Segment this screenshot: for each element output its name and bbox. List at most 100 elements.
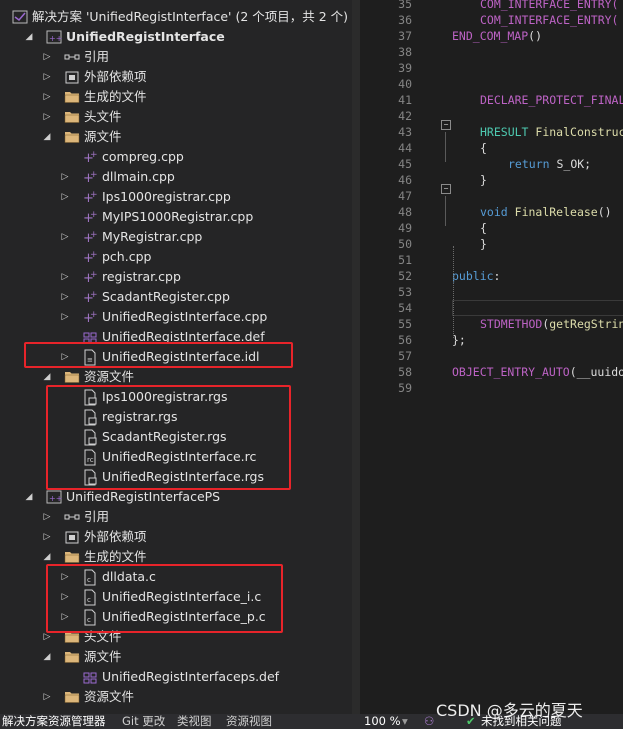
tree-item-label: pch.cpp (102, 249, 152, 264)
tree-item-label: registrar.cpp (102, 269, 181, 284)
line-number: 58 (398, 365, 412, 379)
zoom-level[interactable]: 100 % (364, 714, 401, 729)
code-line[interactable]: 38 (360, 44, 623, 60)
code-line[interactable]: 51 (360, 252, 623, 268)
chevron-down-icon[interactable]: ◢ (24, 27, 34, 47)
solution-explorer: 解决方案 'UnifiedRegistInterface' (2 个项目，共 2… (0, 0, 352, 714)
code-line[interactable]: 50} (360, 236, 623, 252)
tree-node-source-files[interactable]: ◢ 源文件 (0, 127, 352, 147)
copilot-icon[interactable]: ⚇ (424, 714, 434, 729)
project-node[interactable]: ◢ ++ UnifiedRegistInterface (0, 27, 352, 47)
chevron-right-icon[interactable]: ▷ (60, 287, 70, 307)
line-number: 48 (398, 205, 412, 219)
tab-git-changes[interactable]: Git 更改 (122, 714, 165, 729)
code-line[interactable]: 56}; (360, 332, 623, 348)
tree-node-header-files[interactable]: ▷ 头文件 (0, 107, 352, 127)
tree-file-item[interactable]: ▷ + + registrar.cpp (0, 267, 352, 287)
chevron-right-icon[interactable]: ▷ (42, 107, 52, 127)
code-line[interactable]: 44 { (360, 140, 623, 156)
code-line[interactable]: 54 (360, 300, 623, 316)
code-text: void FinalRelease() (480, 205, 612, 219)
tree-item-label: ScadantRegister.cpp (102, 289, 230, 304)
tab-resource-view[interactable]: 资源视图 (226, 714, 272, 729)
collapse-toggle-icon[interactable]: − (441, 184, 451, 194)
code-line[interactable]: 57 (360, 348, 623, 364)
tree-item-label: 生成的文件 (84, 89, 147, 104)
tree-file-item[interactable]: + + MyIPS1000Registrar.cpp (0, 207, 352, 227)
splitter[interactable] (352, 0, 360, 714)
code-line[interactable]: 39 (360, 60, 623, 76)
code-line[interactable]: 59 (360, 380, 623, 396)
tab-solution-explorer[interactable]: 解决方案资源管理器 (2, 714, 106, 729)
tree-node-resource-files[interactable]: ◢ 资源文件 (0, 367, 352, 387)
chevron-right-icon[interactable]: ▷ (60, 227, 70, 247)
code-line[interactable]: 36 COM_INTERFACE_ENTRY( (360, 12, 623, 28)
tree-item-label: 资源文件 (84, 369, 135, 384)
chevron-right-icon[interactable]: ▷ (42, 67, 52, 87)
code-line[interactable]: 45 return S_OK; (360, 156, 623, 172)
chevron-right-icon[interactable]: ▷ (60, 167, 70, 187)
chevron-right-icon[interactable]: ▷ (42, 87, 52, 107)
cpp-file-icon: + + (82, 147, 98, 167)
tree-node-source-files[interactable]: ◢ 源文件 (0, 647, 352, 667)
code-line[interactable]: 53 (360, 284, 623, 300)
chevron-down-icon[interactable]: ◢ (42, 647, 52, 667)
tree-node-external-deps[interactable]: ▷ 外部依赖项 (0, 527, 352, 547)
code-text: STDMETHOD(getRegStrin (480, 317, 623, 331)
chevron-right-icon[interactable]: ▷ (60, 187, 70, 207)
code-line[interactable]: 55 STDMETHOD(getRegStrin (360, 316, 623, 332)
cpp-file-icon: + + (82, 247, 98, 267)
tree-file-item[interactable]: ▷ + + ScadantRegister.cpp (0, 287, 352, 307)
chevron-right-icon[interactable]: ▷ (42, 527, 52, 547)
code-line[interactable]: 40 (360, 76, 623, 92)
tree-item-label: 源文件 (84, 129, 122, 144)
fold-guide-line (445, 196, 446, 226)
chevron-right-icon[interactable]: ▷ (60, 267, 70, 287)
tab-class-view[interactable]: 类视图 (177, 714, 212, 729)
solution-root[interactable]: 解决方案 'UnifiedRegistInterface' (2 个项目，共 2… (0, 7, 352, 27)
code-line[interactable]: 46} (360, 172, 623, 188)
code-line[interactable]: 42 (360, 108, 623, 124)
tree-file-item[interactable]: + + pch.cpp (0, 247, 352, 267)
current-line-highlight (452, 300, 623, 316)
code-text: OBJECT_ENTRY_AUTO(__uuido (452, 365, 623, 379)
tree-item-label: Ips1000registrar.cpp (102, 189, 231, 204)
tree-item-label: 头文件 (84, 109, 122, 124)
chevron-right-icon[interactable]: ▷ (42, 47, 52, 67)
tree-node-resource-files[interactable]: ▷ 资源文件 (0, 687, 352, 707)
code-line[interactable]: 47 (360, 188, 623, 204)
chevron-down-icon[interactable]: ◢ (42, 127, 52, 147)
project-node[interactable]: ◢ ++ UnifiedRegistInterfacePS (0, 487, 352, 507)
collapse-toggle-icon[interactable]: − (441, 120, 451, 130)
tree-file-item[interactable]: ▷ + + UnifiedRegistInterface.cpp (0, 307, 352, 327)
svg-text:+: + (90, 170, 98, 180)
code-editor[interactable]: 35 COM_INTERFACE_ENTRY(36 COM_INTERFACE_EN… (360, 0, 623, 714)
chevron-right-icon[interactable]: ▷ (42, 687, 52, 707)
code-line[interactable]: 37 END_COM_MAP() (360, 28, 623, 44)
chevron-right-icon[interactable]: ▷ (42, 507, 52, 527)
fold-guide-line (445, 132, 446, 162)
code-line[interactable]: 41 DECLARE_PROTECT_FINAL (360, 92, 623, 108)
tree-file-item[interactable]: UnifiedRegistInterfaceps.def (0, 667, 352, 687)
code-line[interactable]: 58 OBJECT_ENTRY_AUTO(__uuido (360, 364, 623, 380)
line-number: 51 (398, 253, 412, 267)
tree-node-references[interactable]: ▷ 引用 (0, 507, 352, 527)
code-line[interactable]: 52 public: (360, 268, 623, 284)
line-number: 50 (398, 237, 412, 251)
tree-file-item[interactable]: ▷ + + Ips1000registrar.cpp (0, 187, 352, 207)
chevron-down-icon[interactable]: ◢ (42, 367, 52, 387)
tree-file-item[interactable]: + + compreg.cpp (0, 147, 352, 167)
code-line[interactable]: 48 void FinalRelease() (360, 204, 623, 220)
line-number: 35 (398, 0, 412, 11)
chevron-down-icon[interactable]: ▾ (402, 714, 408, 729)
chevron-right-icon[interactable]: ▷ (60, 307, 70, 327)
tree-node-generated-files[interactable]: ▷ 生成的文件 (0, 87, 352, 107)
code-line[interactable]: 43 HRESULT FinalConstruc (360, 124, 623, 140)
code-line[interactable]: 49 { (360, 220, 623, 236)
tree-file-item[interactable]: ▷ + + dllmain.cpp (0, 167, 352, 187)
tree-node-external-deps[interactable]: ▷ 外部依赖项 (0, 67, 352, 87)
tree-node-references[interactable]: ▷ 引用 (0, 47, 352, 67)
chevron-down-icon[interactable]: ◢ (24, 487, 34, 507)
code-line[interactable]: 35 COM_INTERFACE_ENTRY( (360, 0, 623, 12)
tree-file-item[interactable]: ▷ + + MyRegistrar.cpp (0, 227, 352, 247)
